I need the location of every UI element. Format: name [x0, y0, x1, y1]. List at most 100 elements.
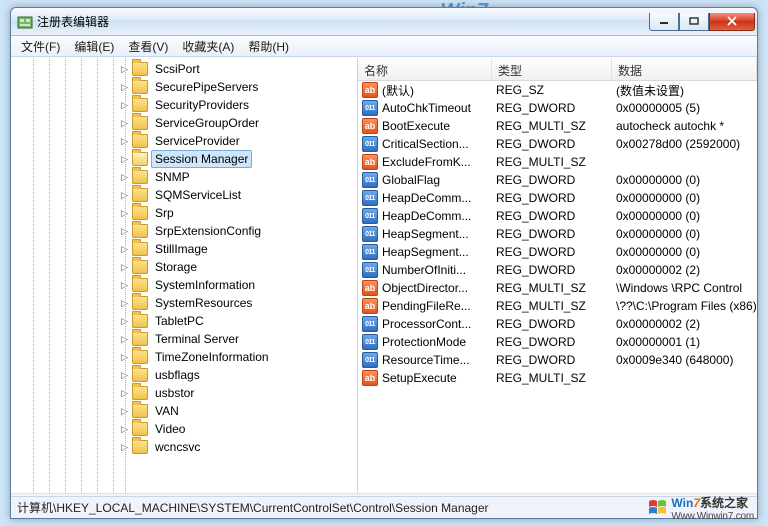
tree-item-label: usbstor	[151, 384, 198, 402]
expander-icon[interactable]: ▷	[119, 442, 130, 453]
expander-icon[interactable]: ▷	[119, 352, 130, 363]
binary-value-icon: 011	[362, 334, 378, 350]
folder-icon	[132, 98, 148, 112]
value-row[interactable]: 011ProcessorCont...REG_DWORD0x00000002 (…	[358, 315, 757, 333]
tree-item[interactable]: ▷SQMServiceList	[11, 186, 357, 204]
value-row[interactable]: 011ProtectionModeREG_DWORD0x00000001 (1)	[358, 333, 757, 351]
value-type: REG_DWORD	[496, 335, 616, 349]
value-row[interactable]: 011NumberOfIniti...REG_DWORD0x00000002 (…	[358, 261, 757, 279]
menu-favorites[interactable]: 收藏夹(A)	[176, 36, 240, 57]
tree-item[interactable]: ▷Session Manager	[11, 150, 357, 168]
expander-icon[interactable]: ▷	[119, 424, 130, 435]
value-type: REG_DWORD	[496, 101, 616, 115]
expander-icon[interactable]: ▷	[119, 172, 130, 183]
tree-item[interactable]: ▷SecurePipeServers	[11, 78, 357, 96]
expander-icon[interactable]: ▷	[119, 226, 130, 237]
value-row[interactable]: abSetupExecuteREG_MULTI_SZ	[358, 369, 757, 387]
expander-icon[interactable]: ▷	[119, 334, 130, 345]
value-row[interactable]: 011HeapSegment...REG_DWORD0x00000000 (0)	[358, 225, 757, 243]
expander-icon[interactable]: ▷	[119, 154, 130, 165]
close-button[interactable]	[709, 13, 755, 31]
tree-pane[interactable]: ▷ScsiPort▷SecurePipeServers▷SecurityProv…	[11, 58, 358, 493]
tree-item[interactable]: ▷VAN	[11, 402, 357, 420]
expander-icon[interactable]: ▷	[119, 406, 130, 417]
value-row[interactable]: 011HeapDeComm...REG_DWORD0x00000000 (0)	[358, 207, 757, 225]
binary-value-icon: 011	[362, 190, 378, 206]
tree-item[interactable]: ▷ Terminal Server	[11, 330, 357, 348]
tree-item[interactable]: ▷ServiceProvider	[11, 132, 357, 150]
expander-icon[interactable]: ▷	[119, 100, 130, 111]
value-data: \Windows \RPC Control	[616, 281, 757, 295]
expander-icon[interactable]: ▷	[119, 298, 130, 309]
value-row[interactable]: 011AutoChkTimeoutREG_DWORD0x00000005 (5)	[358, 99, 757, 117]
expander-icon[interactable]: ▷	[119, 262, 130, 273]
value-type: REG_DWORD	[496, 263, 616, 277]
tree-item[interactable]: ▷ Storage	[11, 258, 357, 276]
app-icon	[17, 14, 33, 30]
column-data[interactable]: 数据	[612, 58, 757, 80]
expander-icon[interactable]: ▷	[119, 82, 130, 93]
tree-item[interactable]: ▷usbflags	[11, 366, 357, 384]
tree-item[interactable]: ▷SrpExtensionConfig	[11, 222, 357, 240]
expander-icon[interactable]: ▷	[119, 388, 130, 399]
value-data: 0x00278d00 (2592000)	[616, 137, 757, 151]
tree-item[interactable]: ▷ TimeZoneInformation	[11, 348, 357, 366]
tree-item[interactable]: ▷ScsiPort	[11, 60, 357, 78]
value-row[interactable]: 011HeapSegment...REG_DWORD0x00000000 (0)	[358, 243, 757, 261]
string-value-icon: ab	[362, 82, 378, 98]
value-row[interactable]: ab(默认)REG_SZ(数值未设置)	[358, 81, 757, 99]
tree-item[interactable]: ▷SystemInformation	[11, 276, 357, 294]
tree-item[interactable]: ▷ SecurityProviders	[11, 96, 357, 114]
list-pane[interactable]: 名称 类型 数据 ab(默认)REG_SZ(数值未设置)011AutoChkTi…	[358, 58, 757, 493]
value-name: HeapSegment...	[382, 227, 496, 241]
binary-value-icon: 011	[362, 244, 378, 260]
value-row[interactable]: abObjectDirector...REG_MULTI_SZ\Windows …	[358, 279, 757, 297]
tree-item[interactable]: ▷Video	[11, 420, 357, 438]
expander-icon[interactable]: ▷	[119, 280, 130, 291]
tree-item-label: SecurityProviders	[151, 96, 253, 114]
tree-item[interactable]: ▷SNMP	[11, 168, 357, 186]
tree-item-label: TimeZoneInformation	[151, 348, 273, 366]
menu-edit[interactable]: 编辑(E)	[68, 36, 120, 57]
expander-icon[interactable]: ▷	[119, 244, 130, 255]
value-row[interactable]: 011HeapDeComm...REG_DWORD0x00000000 (0)	[358, 189, 757, 207]
binary-value-icon: 011	[362, 208, 378, 224]
tree-item-label: Terminal Server	[151, 330, 243, 348]
value-row[interactable]: abExcludeFromK...REG_MULTI_SZ	[358, 153, 757, 171]
menu-file[interactable]: 文件(F)	[15, 36, 66, 57]
minimize-button[interactable]	[649, 13, 679, 31]
tree-item-label: Storage	[151, 258, 201, 276]
value-row[interactable]: abPendingFileRe...REG_MULTI_SZ\??\C:\Pro…	[358, 297, 757, 315]
expander-icon[interactable]: ▷	[119, 136, 130, 147]
maximize-button[interactable]	[679, 13, 709, 31]
string-value-icon: ab	[362, 370, 378, 386]
expander-icon[interactable]: ▷	[119, 64, 130, 75]
tree-item[interactable]: ▷SystemResources	[11, 294, 357, 312]
tree-item-label: wcncsvc	[151, 438, 204, 456]
tree-item[interactable]: ▷ usbstor	[11, 384, 357, 402]
tree-item[interactable]: ▷ServiceGroupOrder	[11, 114, 357, 132]
expander-icon[interactable]: ▷	[119, 208, 130, 219]
value-row[interactable]: abBootExecuteREG_MULTI_SZautocheck autoc…	[358, 117, 757, 135]
expander-icon[interactable]: ▷	[119, 190, 130, 201]
tree-item[interactable]: ▷Srp	[11, 204, 357, 222]
value-name: PendingFileRe...	[382, 299, 496, 313]
titlebar[interactable]: 注册表编辑器	[11, 8, 757, 36]
expander-icon[interactable]: ▷	[119, 316, 130, 327]
value-row[interactable]: 011GlobalFlagREG_DWORD0x00000000 (0)	[358, 171, 757, 189]
expander-icon[interactable]: ▷	[119, 370, 130, 381]
expander-icon[interactable]: ▷	[119, 118, 130, 129]
value-type: REG_DWORD	[496, 227, 616, 241]
value-name: ExcludeFromK...	[382, 155, 496, 169]
column-name[interactable]: 名称	[358, 58, 492, 80]
tree-item[interactable]: ▷TabletPC	[11, 312, 357, 330]
column-type[interactable]: 类型	[492, 58, 612, 80]
value-row[interactable]: 011CriticalSection...REG_DWORD0x00278d00…	[358, 135, 757, 153]
menu-help[interactable]: 帮助(H)	[242, 36, 295, 57]
menu-view[interactable]: 查看(V)	[122, 36, 174, 57]
value-row[interactable]: 011ResourceTime...REG_DWORD0x0009e340 (6…	[358, 351, 757, 369]
folder-icon	[132, 62, 148, 76]
tree-item[interactable]: ▷ wcncsvc	[11, 438, 357, 456]
tree-item[interactable]: ▷StillImage	[11, 240, 357, 258]
folder-icon	[132, 278, 148, 292]
